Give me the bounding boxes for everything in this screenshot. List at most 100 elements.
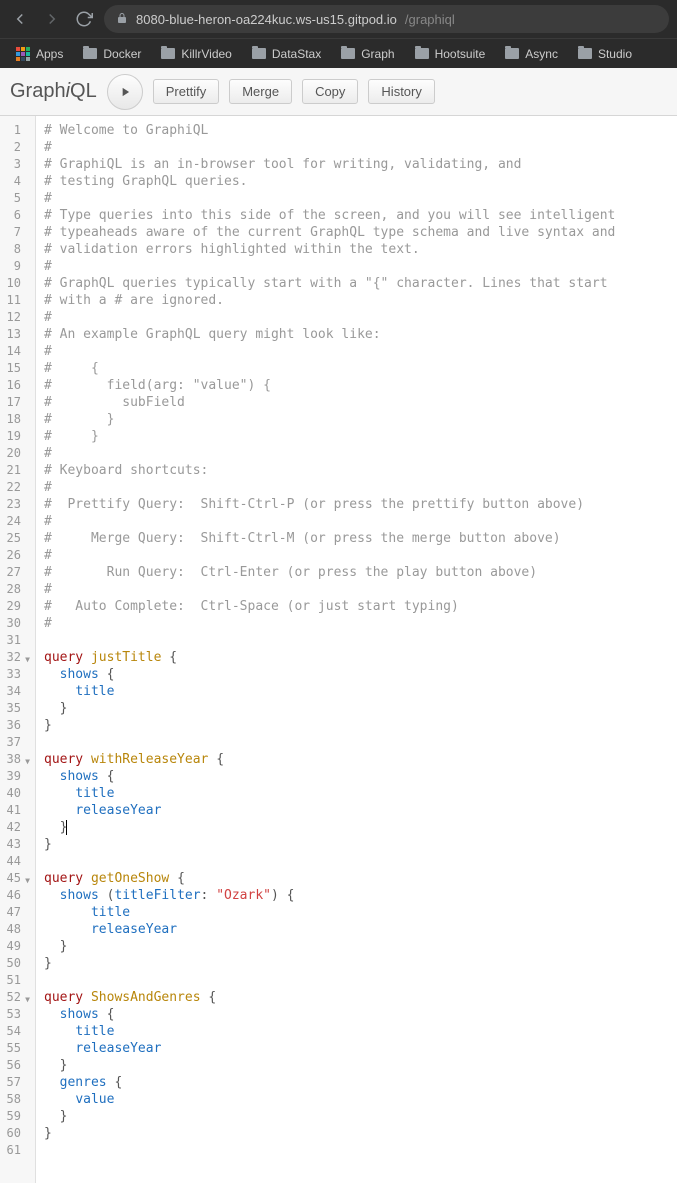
bookmark-graph[interactable]: Graph [333, 44, 402, 64]
code-line[interactable]: # [44, 309, 669, 326]
reload-button[interactable] [72, 7, 96, 31]
bookmark-killrvideo[interactable]: KillrVideo [153, 44, 239, 64]
code-line[interactable] [44, 853, 669, 870]
code-line[interactable]: # Merge Query: Shift-Ctrl-M (or press th… [44, 530, 669, 547]
line-number: 10 [6, 275, 29, 292]
history-button[interactable]: History [368, 79, 434, 104]
bookmark-docker[interactable]: Docker [75, 44, 149, 64]
line-number: 45▼ [6, 870, 29, 887]
code-line[interactable]: shows { [44, 666, 669, 683]
code-line[interactable]: # GraphiQL is an in-browser tool for wri… [44, 156, 669, 173]
code-line[interactable]: shows (titleFilter: "Ozark") { [44, 887, 669, 904]
line-number: 23 [6, 496, 29, 513]
line-number: 12 [6, 309, 29, 326]
back-button[interactable] [8, 7, 32, 31]
code-line[interactable]: } [44, 1057, 669, 1074]
code-line[interactable]: title [44, 904, 669, 921]
code-line[interactable]: # An example GraphQL query might look li… [44, 326, 669, 343]
bookmark-label: Docker [103, 47, 141, 61]
code-line[interactable]: # } [44, 411, 669, 428]
url-path: /graphiql [405, 12, 455, 27]
line-number: 28 [6, 581, 29, 598]
code-line[interactable]: # Auto Complete: Ctrl-Space (or just sta… [44, 598, 669, 615]
code-line[interactable]: # [44, 479, 669, 496]
code-line[interactable]: # [44, 581, 669, 598]
code-line[interactable]: # Keyboard shortcuts: [44, 462, 669, 479]
code-line[interactable]: # testing GraphQL queries. [44, 173, 669, 190]
code-line[interactable]: } [44, 1108, 669, 1125]
code-line[interactable]: releaseYear [44, 802, 669, 819]
code-line[interactable]: } [44, 819, 669, 836]
code-line[interactable]: # Prettify Query: Shift-Ctrl-P (or press… [44, 496, 669, 513]
line-number: 48 [6, 921, 29, 938]
code-line[interactable] [44, 734, 669, 751]
copy-button[interactable]: Copy [302, 79, 358, 104]
code-line[interactable]: } [44, 955, 669, 972]
code-line[interactable]: # [44, 615, 669, 632]
code-line[interactable]: query justTitle { [44, 649, 669, 666]
code-line[interactable]: releaseYear [44, 921, 669, 938]
code-line[interactable]: # Run Query: Ctrl-Enter (or press the pl… [44, 564, 669, 581]
code-line[interactable]: } [44, 938, 669, 955]
prettify-button[interactable]: Prettify [153, 79, 219, 104]
code-line[interactable]: genres { [44, 1074, 669, 1091]
bookmark-hootsuite[interactable]: Hootsuite [407, 44, 494, 64]
bookmark-async[interactable]: Async [497, 44, 566, 64]
graphiql-title: GraphiQL [10, 80, 97, 103]
code-line[interactable]: # with a # are ignored. [44, 292, 669, 309]
line-number: 50 [6, 955, 29, 972]
address-bar[interactable]: 8080-blue-heron-oa224kuc.ws-us15.gitpod.… [104, 5, 669, 33]
bookmark-apps[interactable]: Apps [8, 44, 71, 64]
line-number: 36 [6, 717, 29, 734]
code-line[interactable]: # validation errors highlighted within t… [44, 241, 669, 258]
line-number: 25 [6, 530, 29, 547]
code-line[interactable]: title [44, 683, 669, 700]
code-line[interactable]: shows { [44, 1006, 669, 1023]
code-line[interactable]: # [44, 513, 669, 530]
code-line[interactable]: # subField [44, 394, 669, 411]
code-line[interactable]: query withReleaseYear { [44, 751, 669, 768]
line-number: 16 [6, 377, 29, 394]
code-line[interactable]: releaseYear [44, 1040, 669, 1057]
code-line[interactable]: # { [44, 360, 669, 377]
code-line[interactable]: } [44, 717, 669, 734]
line-number: 29 [6, 598, 29, 615]
line-number: 35 [6, 700, 29, 717]
code-line[interactable] [44, 972, 669, 989]
query-editor[interactable]: 1234567891011121314151617181920212223242… [0, 116, 677, 1183]
code-area[interactable]: # Welcome to GraphiQL## GraphiQL is an i… [36, 116, 677, 1183]
code-line[interactable]: # Welcome to GraphiQL [44, 122, 669, 139]
code-line[interactable]: shows { [44, 768, 669, 785]
line-number: 5 [6, 190, 29, 207]
code-line[interactable]: # [44, 547, 669, 564]
bookmark-datastax[interactable]: DataStax [244, 44, 329, 64]
code-line[interactable] [44, 632, 669, 649]
code-line[interactable]: # [44, 445, 669, 462]
code-line[interactable]: # field(arg: "value") { [44, 377, 669, 394]
code-line[interactable]: # [44, 190, 669, 207]
code-line[interactable]: value [44, 1091, 669, 1108]
code-line[interactable]: title [44, 1023, 669, 1040]
forward-button[interactable] [40, 7, 64, 31]
code-line[interactable]: title [44, 785, 669, 802]
code-line[interactable]: # GraphQL queries typically start with a… [44, 275, 669, 292]
line-number: 18 [6, 411, 29, 428]
line-number: 56 [6, 1057, 29, 1074]
bookmark-studio[interactable]: Studio [570, 44, 640, 64]
code-line[interactable]: # [44, 343, 669, 360]
folder-icon [341, 48, 355, 59]
execute-button[interactable] [107, 74, 143, 110]
code-line[interactable]: query ShowsAndGenres { [44, 989, 669, 1006]
code-line[interactable]: } [44, 836, 669, 853]
code-line[interactable]: # [44, 258, 669, 275]
lock-icon [116, 12, 128, 27]
code-line[interactable]: # typeaheads aware of the current GraphQ… [44, 224, 669, 241]
code-line[interactable]: # Type queries into this side of the scr… [44, 207, 669, 224]
code-line[interactable] [44, 1142, 669, 1159]
merge-button[interactable]: Merge [229, 79, 292, 104]
code-line[interactable]: # } [44, 428, 669, 445]
code-line[interactable]: # [44, 139, 669, 156]
code-line[interactable]: } [44, 1125, 669, 1142]
code-line[interactable]: query getOneShow { [44, 870, 669, 887]
code-line[interactable]: } [44, 700, 669, 717]
